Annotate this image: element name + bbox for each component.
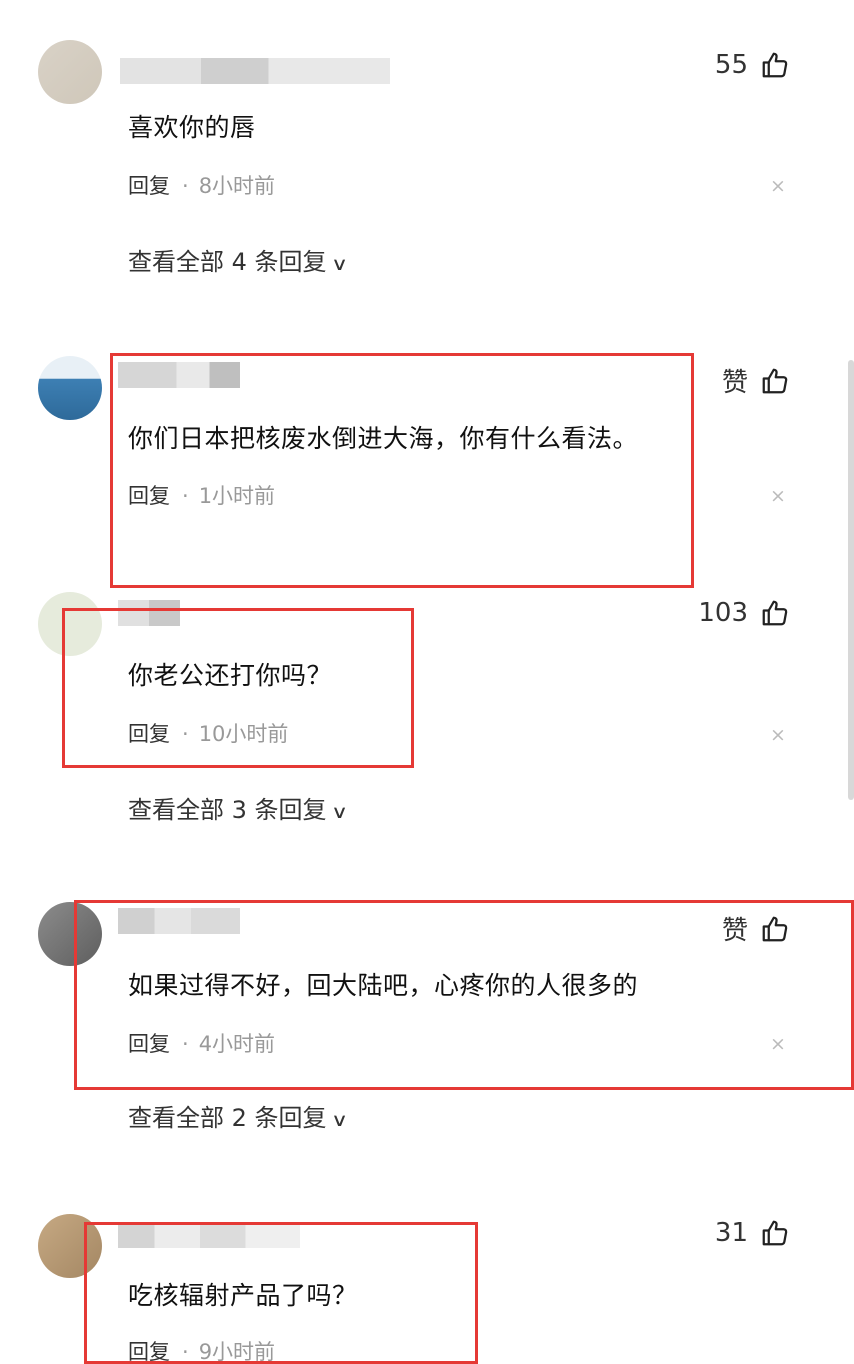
view-all-replies-label: 查看全部 3 条回复 [128, 796, 327, 824]
like-count[interactable]: 31 [715, 1218, 790, 1248]
like-count[interactable]: 55 [715, 50, 790, 80]
highlight-box [74, 900, 854, 1090]
close-icon[interactable]: × [770, 724, 786, 746]
close-icon[interactable]: × [770, 175, 786, 197]
like-count-value: 31 [714, 1218, 748, 1248]
thumbs-up-icon[interactable] [760, 366, 790, 396]
chevron-down-icon: ∨ [330, 1110, 348, 1131]
view-all-replies-button[interactable]: 查看全部 4 条回复 ∨ [128, 242, 348, 277]
like-count-value: 103 [698, 598, 748, 628]
close-icon[interactable]: × [770, 485, 786, 507]
username-blurred[interactable] [120, 58, 390, 84]
separator-dot: · [182, 174, 189, 198]
like-count-value: 55 [714, 50, 748, 80]
like-count[interactable]: 103 [698, 598, 790, 628]
view-all-replies-button[interactable]: 查看全部 2 条回复 ∨ [128, 1098, 348, 1133]
like-label: 赞 [721, 368, 748, 398]
comment-meta: 回复 · 8小时前 [128, 170, 275, 200]
scrollbar[interactable] [848, 360, 854, 800]
view-all-replies-label: 查看全部 4 条回复 [128, 248, 327, 276]
chevron-down-icon: ∨ [330, 802, 348, 823]
avatar[interactable] [38, 356, 102, 420]
thumbs-up-icon[interactable] [760, 50, 790, 80]
thumbs-up-icon[interactable] [760, 598, 790, 628]
comment-time: 8小时前 [198, 174, 276, 198]
chevron-down-icon: ∨ [330, 254, 348, 275]
highlight-box [84, 1222, 478, 1364]
view-all-replies-button[interactable]: 查看全部 3 条回复 ∨ [128, 790, 348, 825]
avatar[interactable] [38, 40, 102, 104]
highlight-box [62, 608, 414, 768]
highlight-box [110, 353, 694, 588]
like-count[interactable]: 赞 [722, 362, 790, 399]
comment-text: 喜欢你的唇 [128, 113, 256, 142]
view-all-replies-label: 查看全部 2 条回复 [128, 1104, 327, 1132]
thumbs-up-icon[interactable] [760, 1218, 790, 1248]
reply-button[interactable]: 回复 [128, 174, 170, 198]
